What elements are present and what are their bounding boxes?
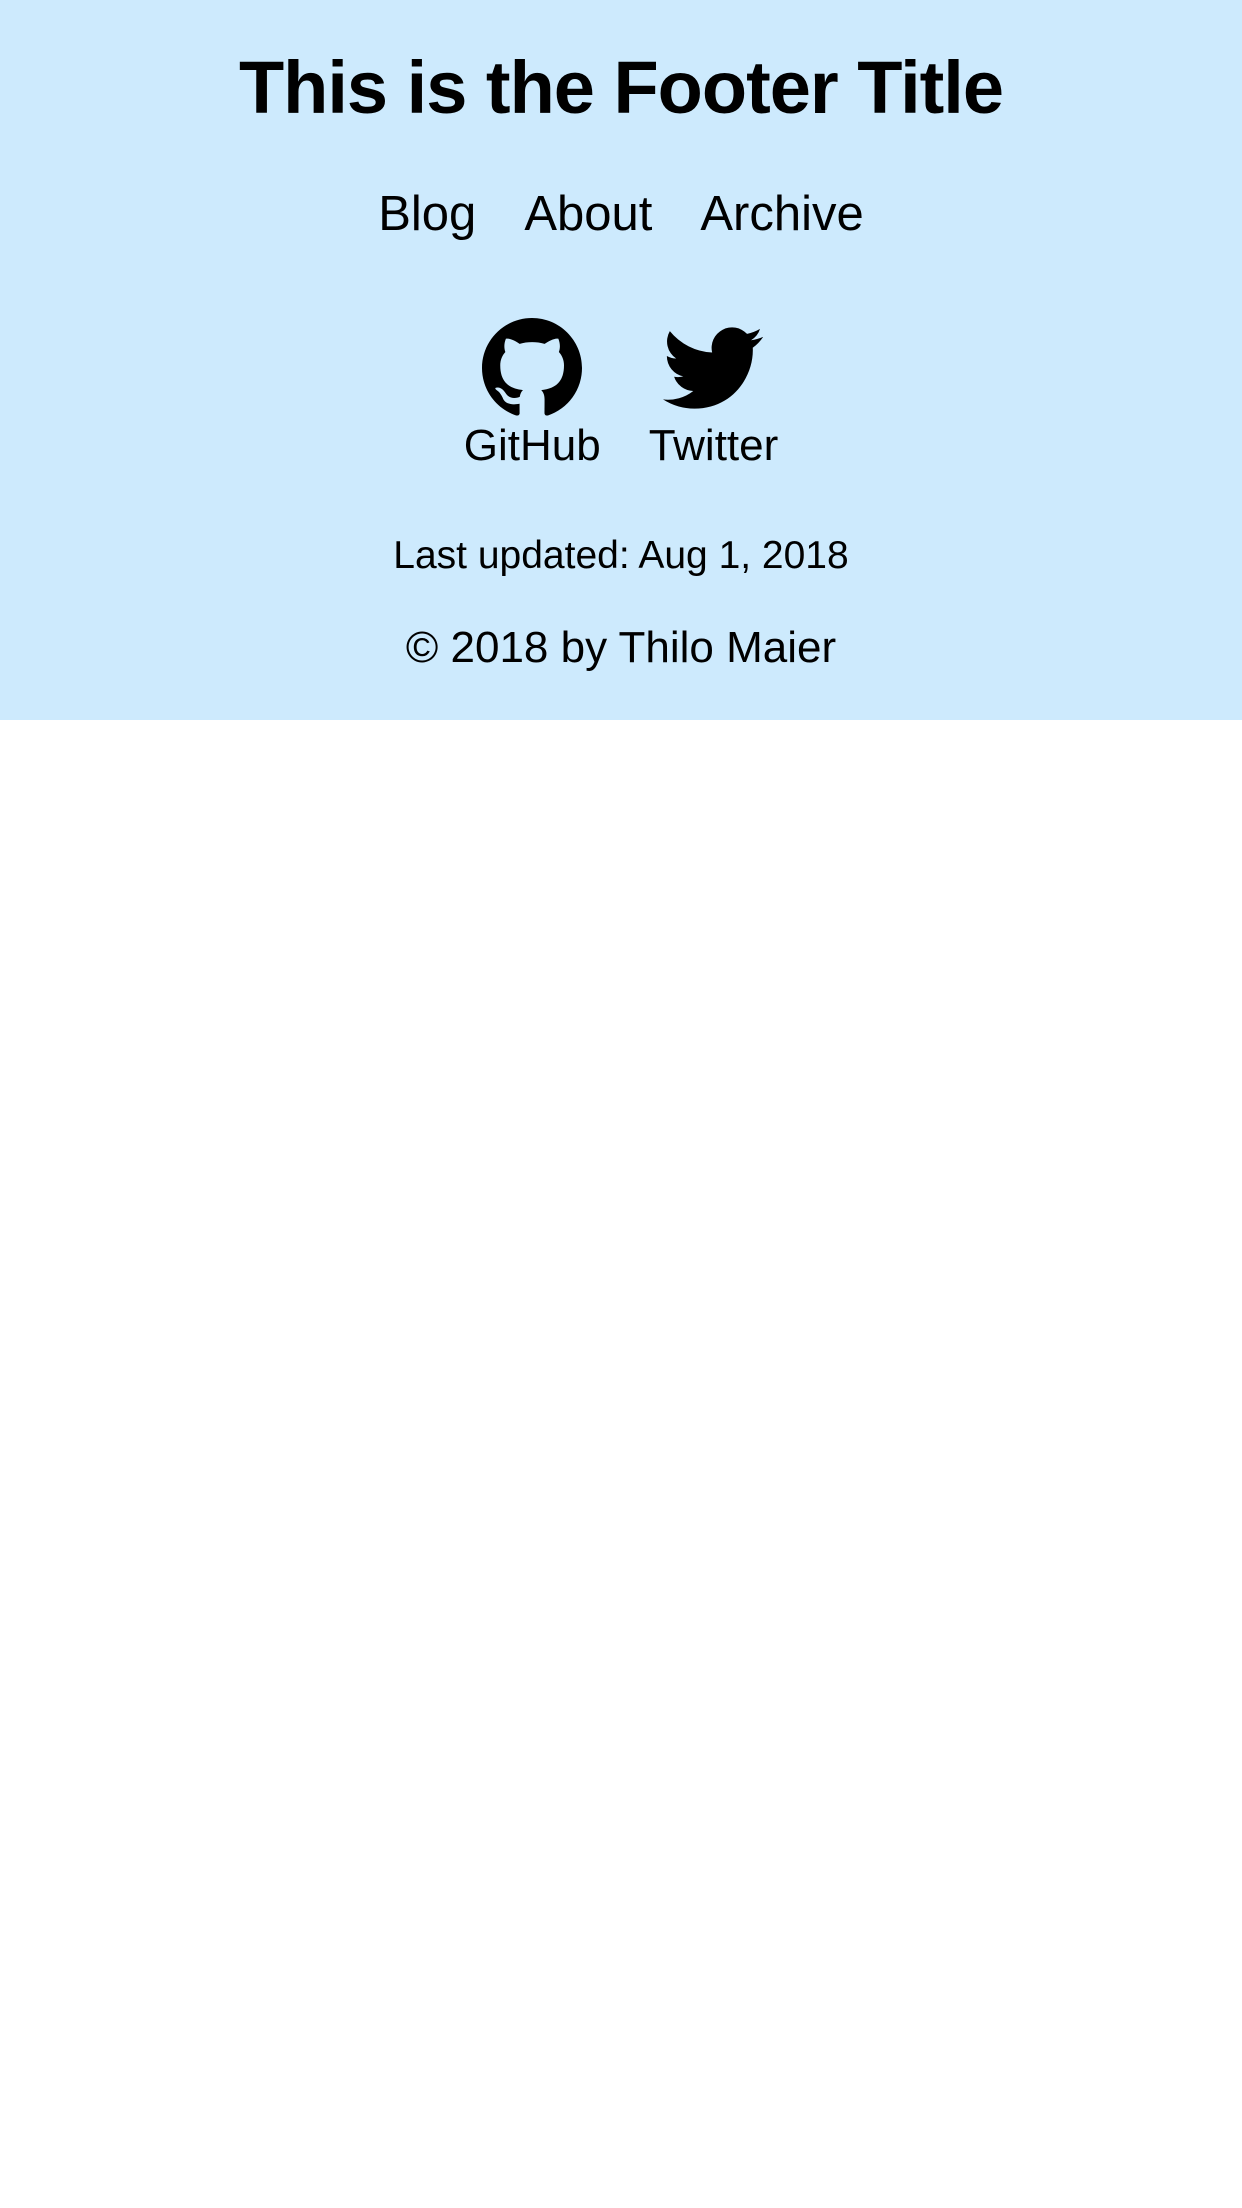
github-icon xyxy=(482,318,583,418)
nav-link-about[interactable]: About xyxy=(524,178,652,250)
copyright: © 2018 by Thilo Maier xyxy=(405,623,837,672)
github-link[interactable]: GitHub xyxy=(464,318,601,474)
twitter-link[interactable]: Twitter xyxy=(648,318,779,474)
nav-link-blog[interactable]: Blog xyxy=(378,178,476,250)
last-updated: Last updated: Aug 1, 2018 xyxy=(393,534,849,577)
nav-link-archive[interactable]: Archive xyxy=(700,178,863,250)
site-footer: This is the Footer Title Blog About Arch… xyxy=(0,0,1242,720)
footer-nav: Blog About Archive xyxy=(0,178,1242,250)
twitter-icon xyxy=(663,318,764,418)
social-links: GitHub Twitter xyxy=(0,318,1242,474)
github-label: GitHub xyxy=(463,421,601,470)
footer-title: This is the Footer Title xyxy=(238,46,1004,129)
twitter-label: Twitter xyxy=(648,421,779,470)
